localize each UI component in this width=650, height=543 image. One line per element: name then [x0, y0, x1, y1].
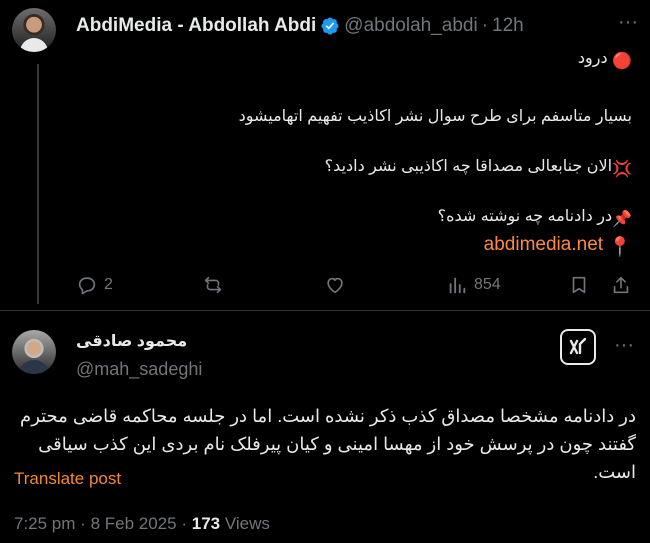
views-label: Views — [224, 514, 270, 533]
bookmark-button[interactable] — [568, 273, 590, 297]
views-count: 173 — [191, 514, 221, 533]
like-button[interactable] — [324, 273, 352, 297]
author-name[interactable]: محمود صادقی — [76, 331, 187, 351]
bookmark-icon — [572, 276, 586, 294]
website-link[interactable]: abdimedia.net — [484, 234, 603, 255]
avatar[interactable] — [12, 8, 56, 52]
reply-count: 2 — [104, 276, 113, 293]
post-time[interactable]: 7:25 pm — [14, 514, 75, 533]
separator: · — [481, 15, 489, 36]
repost-icon — [204, 276, 222, 294]
tweet-line: بسیار متاسفم برای طرح سوال نشر اکاذیب تف… — [238, 108, 632, 125]
tweet-line: 📌در دادنامه چه نوشته شده؟ — [437, 208, 632, 228]
share-button[interactable] — [610, 273, 632, 297]
views-icon — [449, 277, 466, 294]
more-icon[interactable]: ··· — [612, 335, 636, 358]
avatar[interactable] — [12, 330, 56, 374]
grok-button[interactable] — [560, 329, 596, 365]
tweet-time[interactable]: 12h — [492, 15, 524, 37]
red-circle-icon: 🔴 — [612, 53, 632, 70]
separator: · — [181, 514, 187, 533]
post-date[interactable]: 8 Feb 2025 — [91, 514, 177, 533]
anger-icon: 💢 — [612, 161, 632, 178]
share-icon — [613, 276, 629, 294]
grok-icon — [569, 337, 587, 355]
divider — [0, 310, 650, 311]
author-handle[interactable]: @mah_sadeghi — [76, 359, 202, 380]
thread-line — [37, 64, 39, 304]
tweet-link-line: 📍 abdimedia.net — [484, 234, 632, 259]
pushpin-icon: 📌 — [612, 211, 632, 228]
views-button[interactable]: 854 — [446, 273, 501, 297]
round-pushpin-icon: 📍 — [608, 237, 632, 258]
views-count: 854 — [474, 276, 501, 293]
reply-button[interactable]: 2 — [76, 273, 113, 297]
separator: · — [80, 514, 86, 533]
translate-post-link[interactable]: Translate post — [14, 469, 121, 489]
action-bar: 2 854 — [76, 273, 642, 297]
tweet-line: 🔴 درود — [577, 50, 632, 70]
post-meta: 7:25 pm · 8 Feb 2025 · 173 Views — [14, 514, 270, 534]
tweet-header: AbdiMedia - Abdollah Abdi @abdolah_abdi … — [76, 15, 524, 37]
like-icon — [327, 277, 343, 294]
verified-icon — [320, 16, 340, 36]
author-name[interactable]: AbdiMedia - Abdollah Abdi — [76, 15, 316, 37]
tweet-line: 💢الان جنابعالی مصداقا چه اکاذیبی نشر داد… — [324, 158, 632, 178]
repost-button[interactable] — [202, 273, 230, 297]
more-icon[interactable]: ··· — [616, 12, 640, 35]
author-handle[interactable]: @abdolah_abdi — [344, 15, 477, 37]
reply-icon — [78, 277, 96, 295]
